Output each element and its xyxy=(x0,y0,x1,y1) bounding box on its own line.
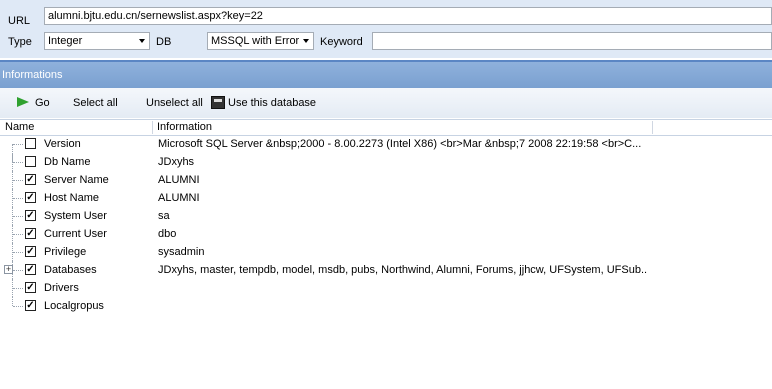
table-row[interactable]: ✓ Privilege sysadmin xyxy=(0,243,772,261)
type-select[interactable]: Integer xyxy=(44,32,150,50)
db-label: DB xyxy=(156,36,172,48)
keyword-input[interactable] xyxy=(372,32,772,50)
row-information: ALUMNI xyxy=(158,192,200,204)
tree-line xyxy=(13,216,23,217)
table-row[interactable]: ✓ System User sa xyxy=(0,207,772,225)
toolbar: Go Select all Unselect all Use this data… xyxy=(0,88,772,118)
table-header: Name Information xyxy=(0,119,772,136)
row-name: System User xyxy=(44,210,107,222)
tree-line xyxy=(13,306,23,307)
row-information: dbo xyxy=(158,228,177,240)
row-information: JDxyhs xyxy=(158,156,195,168)
url-label: URL xyxy=(8,15,31,27)
row-information: ALUMNI xyxy=(158,174,200,186)
tree-line xyxy=(13,234,23,235)
row-name: Drivers xyxy=(44,282,79,294)
tree-line xyxy=(13,270,23,271)
row-information: sysadmin xyxy=(158,246,205,258)
type-label: Type xyxy=(8,36,32,48)
query-form: URL alumni.bjtu.edu.cn/sernewslist.aspx?… xyxy=(0,0,772,58)
row-name: Privilege xyxy=(44,246,87,258)
row-checkbox[interactable]: ✓ xyxy=(25,246,36,257)
play-icon xyxy=(17,97,29,107)
table-row[interactable]: + ✓ Databases JDxyhs, master, tempdb, model… xyxy=(0,261,772,279)
select-all-button[interactable]: Select all xyxy=(73,97,118,109)
row-information: JDxyhs, master, tempdb, model, msdb, pub… xyxy=(158,264,648,276)
use-this-database-button[interactable]: Use this database xyxy=(228,97,316,109)
chevron-down-icon xyxy=(303,39,309,43)
row-checkbox[interactable]: ✓ xyxy=(25,264,36,275)
tree-line xyxy=(12,297,13,306)
row-information: Microsoft SQL Server &nbsp;2000 - 8.00.2… xyxy=(158,138,642,150)
row-name: Databases xyxy=(44,264,97,276)
row-checkbox[interactable]: ✓ xyxy=(25,300,36,311)
table-row[interactable]: ✓ Localgropus xyxy=(0,297,772,315)
tree-line xyxy=(13,144,23,145)
row-checkbox[interactable]: ✓ xyxy=(25,228,36,239)
informations-panel-header: Informations xyxy=(0,60,772,88)
table-row[interactable]: Db Name JDxyhs xyxy=(0,153,772,171)
row-checkbox[interactable]: ✓ xyxy=(25,174,36,185)
chevron-down-icon xyxy=(139,39,145,43)
table-row[interactable]: Version Microsoft SQL Server &nbsp;2000 -… xyxy=(0,135,772,162)
table-row[interactable]: ✓ Current User dbo xyxy=(0,225,772,243)
row-checkbox[interactable]: ✓ xyxy=(25,282,36,293)
table-row[interactable]: ✓ Server Name ALUMNI xyxy=(0,171,772,189)
row-information: sa xyxy=(158,210,170,222)
db-select[interactable]: MSSQL with Error xyxy=(207,32,314,50)
database-icon xyxy=(211,96,225,109)
row-name: Current User xyxy=(44,228,107,240)
table-row[interactable]: ✓ Host Name ALUMNI xyxy=(0,189,772,207)
column-divider[interactable] xyxy=(652,121,653,134)
expand-icon[interactable]: + xyxy=(4,265,13,274)
tree-line xyxy=(13,162,23,163)
row-checkbox[interactable]: ✓ xyxy=(25,210,36,221)
row-name: Db Name xyxy=(44,156,91,168)
row-checkbox[interactable] xyxy=(25,156,36,167)
tree-line xyxy=(13,288,23,289)
go-button[interactable]: Go xyxy=(35,97,50,109)
table-row[interactable]: ✓ Drivers xyxy=(0,279,772,297)
tree-line xyxy=(13,252,23,253)
column-header-information[interactable]: Information xyxy=(152,120,652,135)
url-input[interactable]: alumni.bjtu.edu.cn/sernewslist.aspx?key=… xyxy=(44,7,772,25)
unselect-all-button[interactable]: Unselect all xyxy=(146,97,203,109)
keyword-label: Keyword xyxy=(320,36,363,48)
column-header-name[interactable]: Name xyxy=(0,120,152,135)
row-name: Host Name xyxy=(44,192,100,204)
row-checkbox[interactable]: ✓ xyxy=(25,192,36,203)
type-select-value: Integer xyxy=(48,35,83,47)
row-name: Version xyxy=(44,138,81,150)
tree-line xyxy=(13,180,23,181)
row-checkbox[interactable] xyxy=(25,138,36,149)
row-name: Localgropus xyxy=(44,300,104,312)
tree-line xyxy=(13,198,23,199)
row-name: Server Name xyxy=(44,174,109,186)
db-select-value: MSSQL with Error xyxy=(211,35,300,47)
